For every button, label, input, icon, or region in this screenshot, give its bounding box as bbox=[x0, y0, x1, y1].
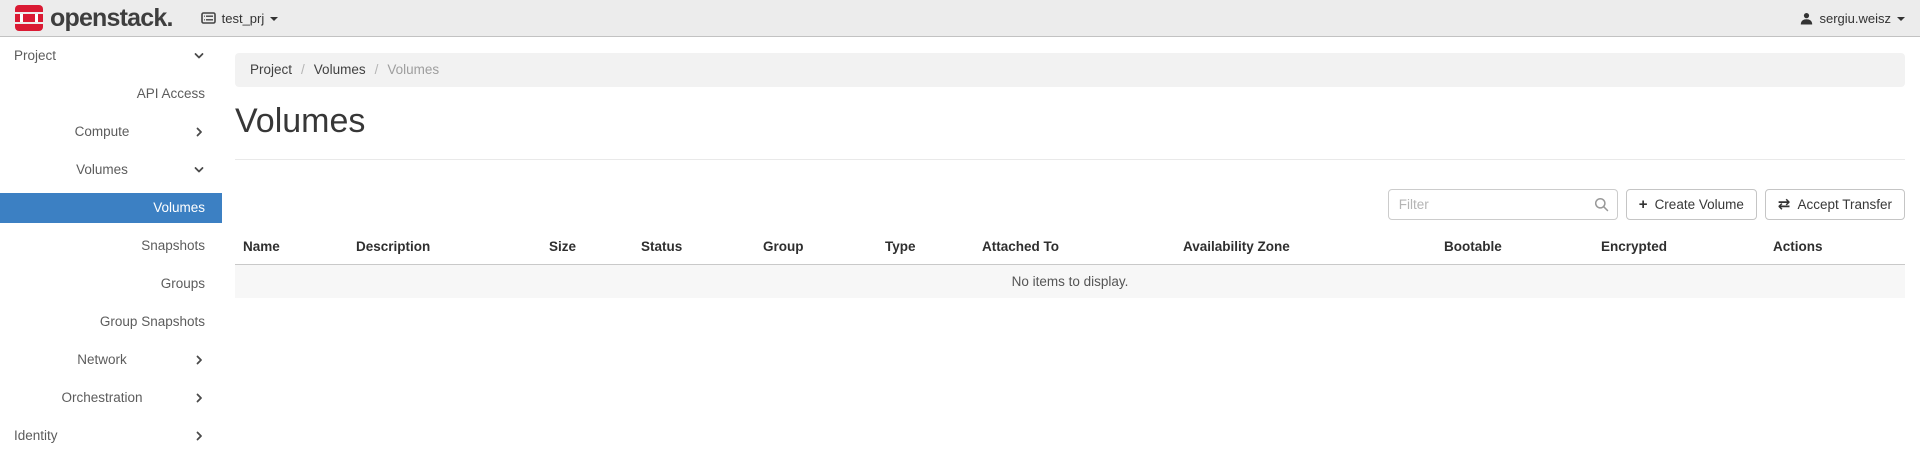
brand-text: openstack. bbox=[50, 3, 173, 32]
user-name-label: sergiu.weisz bbox=[1819, 10, 1891, 26]
column-header-size[interactable]: Size bbox=[541, 236, 633, 265]
column-header-group[interactable]: Group bbox=[755, 236, 877, 265]
sidebar-item-label: Compute bbox=[74, 124, 130, 139]
sidebar-item-label: Orchestration bbox=[61, 390, 143, 405]
caret-down-icon bbox=[1897, 16, 1905, 21]
chevron-down-icon bbox=[194, 167, 204, 173]
sidebar-item-group-snapshots[interactable]: Group Snapshots bbox=[0, 307, 222, 337]
sidebar-item-label: Group Snapshots bbox=[99, 314, 205, 329]
volumes-table: Name Description Size Status Group Type … bbox=[235, 236, 1905, 298]
search-icon[interactable] bbox=[1594, 197, 1609, 212]
column-header-name[interactable]: Name bbox=[235, 236, 348, 265]
project-list-icon bbox=[200, 12, 216, 24]
column-header-bootable[interactable]: Bootable bbox=[1436, 236, 1593, 265]
sidebar-item-api-access[interactable]: API Access bbox=[0, 79, 222, 109]
accept-transfer-button[interactable]: ⇄ Accept Transfer bbox=[1764, 189, 1905, 220]
sidebar-item-identity[interactable]: Identity bbox=[0, 421, 222, 451]
table-header-row: Name Description Size Status Group Type … bbox=[235, 236, 1905, 265]
chevron-right-icon bbox=[196, 393, 202, 403]
filter-box bbox=[1387, 189, 1618, 220]
openstack-logo-icon bbox=[15, 5, 43, 31]
user-icon bbox=[1801, 12, 1813, 24]
breadcrumb-separator: / bbox=[374, 62, 379, 77]
column-header-encrypted[interactable]: Encrypted bbox=[1593, 236, 1765, 265]
sidebar-item-label: Volumes bbox=[76, 162, 128, 177]
sidebar-item-project[interactable]: Project bbox=[0, 41, 222, 71]
column-header-actions[interactable]: Actions bbox=[1765, 236, 1905, 265]
main-content: Project / Volumes / Volumes Volumes + Create… bbox=[222, 37, 1920, 298]
sidebar-item-orchestration[interactable]: Orchestration bbox=[0, 383, 222, 413]
sidebar-item-groups[interactable]: Groups bbox=[0, 269, 222, 299]
sidebar-item-label: Groups bbox=[160, 276, 205, 291]
sidebar-item-label: Network bbox=[77, 352, 127, 367]
table-toolbar: + Create Volume ⇄ Accept Transfer bbox=[235, 189, 1905, 220]
chevron-down-icon bbox=[194, 53, 204, 59]
empty-table-row: No items to display. bbox=[235, 264, 1905, 298]
sidebar-nav: Project API Access Compute Volumes Volum… bbox=[0, 37, 222, 459]
sidebar-item-snapshots[interactable]: Snapshots bbox=[0, 231, 222, 261]
chevron-right-icon bbox=[196, 355, 202, 365]
empty-table-message: No items to display. bbox=[235, 264, 1905, 298]
sidebar-item-volumes[interactable]: Volumes bbox=[0, 193, 222, 223]
sidebar-item-label: API Access bbox=[136, 86, 205, 101]
sidebar-item-compute[interactable]: Compute bbox=[0, 117, 222, 147]
chevron-right-icon bbox=[196, 127, 202, 137]
breadcrumb-volumes[interactable]: Volumes bbox=[314, 62, 366, 77]
user-menu[interactable]: sergiu.weisz bbox=[1800, 11, 1905, 26]
plus-icon: + bbox=[1638, 196, 1648, 213]
openstack-brand[interactable]: openstack. bbox=[15, 4, 173, 33]
sidebar-item-volumes-group[interactable]: Volumes bbox=[0, 155, 222, 185]
breadcrumb-project[interactable]: Project bbox=[250, 62, 292, 77]
breadcrumb-current: Volumes bbox=[387, 62, 440, 77]
column-header-availability-zone[interactable]: Availability Zone bbox=[1175, 236, 1436, 265]
breadcrumb: Project / Volumes / Volumes bbox=[235, 53, 1905, 87]
sidebar-item-label: Snapshots bbox=[141, 238, 205, 253]
column-header-description[interactable]: Description bbox=[348, 236, 541, 265]
top-navbar: openstack. test_prj sergiu.weisz bbox=[0, 0, 1920, 37]
column-header-status[interactable]: Status bbox=[633, 236, 755, 265]
create-volume-label: Create Volume bbox=[1654, 197, 1744, 212]
create-volume-button[interactable]: + Create Volume bbox=[1625, 189, 1757, 220]
page-header: Volumes bbox=[235, 101, 1905, 160]
exchange-icon: ⇄ bbox=[1777, 196, 1791, 213]
chevron-right-icon bbox=[196, 431, 202, 441]
column-header-type[interactable]: Type bbox=[877, 236, 974, 265]
sidebar-item-network[interactable]: Network bbox=[0, 345, 222, 375]
column-header-attached-to[interactable]: Attached To bbox=[974, 236, 1175, 265]
project-switcher-label: test_prj bbox=[221, 10, 265, 26]
breadcrumb-separator: / bbox=[301, 62, 305, 77]
filter-input[interactable] bbox=[1387, 189, 1618, 220]
project-switcher[interactable]: test_prj bbox=[200, 10, 279, 26]
sidebar-item-label: Identity bbox=[14, 428, 58, 443]
page-title: Volumes bbox=[235, 102, 366, 140]
accept-transfer-label: Accept Transfer bbox=[1797, 197, 1892, 212]
sidebar-item-label: Project bbox=[14, 48, 57, 63]
sidebar-item-label: Volumes bbox=[153, 200, 205, 215]
caret-down-icon bbox=[270, 16, 279, 21]
